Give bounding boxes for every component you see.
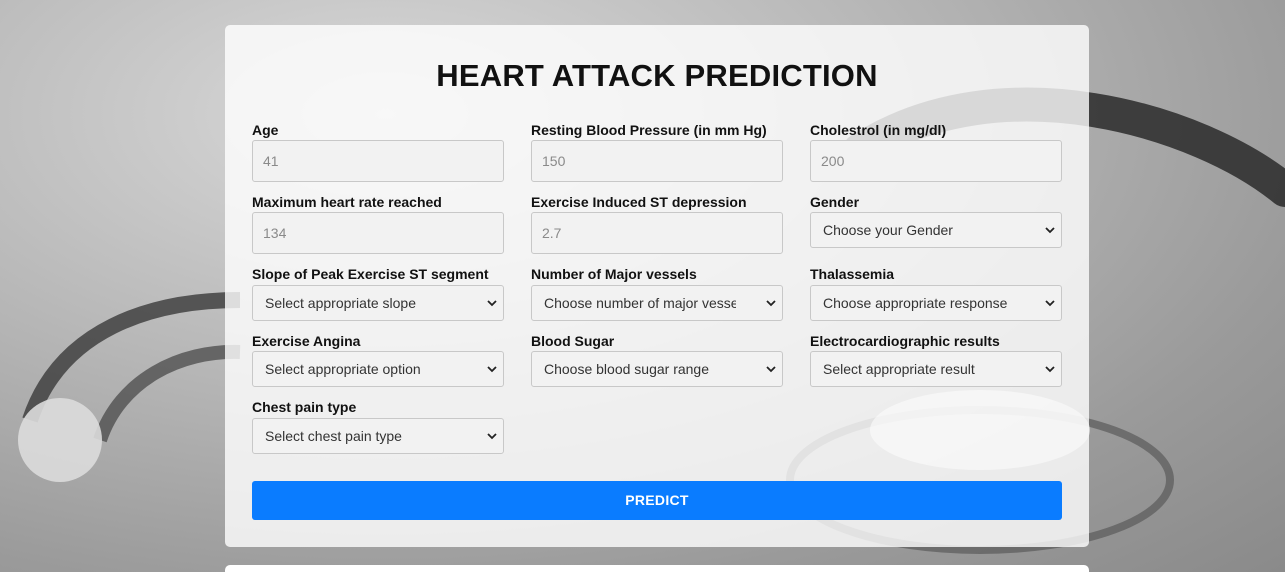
cholestrol-label: Cholestrol (in mg/dl) — [810, 122, 947, 138]
exercise-angina-selected-value: Select appropriate option — [265, 361, 421, 377]
cholestrol-input[interactable]: 200 — [810, 140, 1062, 182]
slope-label: Slope of Peak Exercise ST segment — [252, 266, 489, 282]
chevron-down-icon — [487, 366, 497, 373]
exercise-angina-label: Exercise Angina — [252, 333, 361, 349]
page-title: HEART ATTACK PREDICTION — [436, 58, 878, 93]
gender-label: Gender — [810, 194, 860, 210]
max-heart-rate-input[interactable]: 134 — [252, 212, 504, 254]
prediction-form-card: HEART ATTACK PREDICTION Age 41 Resting B… — [225, 25, 1089, 547]
chevron-down-icon — [1045, 366, 1055, 373]
resting-bp-label: Resting Blood Pressure (in mm Hg) — [531, 122, 767, 138]
st-depression-input[interactable]: 2.7 — [531, 212, 783, 254]
st-depression-label: Exercise Induced ST depression — [531, 194, 747, 210]
blood-sugar-selected-value: Choose blood sugar range — [544, 361, 710, 377]
slope-select[interactable]: Select appropriate slope — [252, 285, 504, 321]
max-heart-rate-label: Maximum heart rate reached — [252, 194, 442, 210]
slope-selected-value: Select appropriate slope — [265, 295, 416, 311]
resting-bp-input[interactable]: 150 — [531, 140, 783, 182]
predict-button[interactable]: PREDICT — [252, 481, 1062, 520]
major-vessels-selected-value: Choose number of major vessels — [544, 295, 736, 311]
chest-pain-label: Chest pain type — [252, 399, 357, 415]
chest-pain-selected-value: Select chest pain type — [265, 428, 402, 444]
gender-select[interactable]: Choose your Gender — [810, 212, 1062, 248]
age-input[interactable]: 41 — [252, 140, 504, 182]
major-vessels-label: Number of Major vessels — [531, 266, 697, 282]
results-card — [225, 565, 1089, 572]
gender-selected-value: Choose your Gender — [823, 222, 953, 238]
thalassemia-selected-value: Choose appropriate response — [823, 295, 1008, 311]
blood-sugar-select[interactable]: Choose blood sugar range — [531, 351, 783, 387]
major-vessels-select[interactable]: Choose number of major vessels — [531, 285, 783, 321]
chevron-down-icon — [766, 300, 776, 307]
ecg-results-select[interactable]: Select appropriate result — [810, 351, 1062, 387]
chevron-down-icon — [1045, 227, 1055, 234]
chevron-down-icon — [487, 300, 497, 307]
chevron-down-icon — [487, 433, 497, 440]
chest-pain-select[interactable]: Select chest pain type — [252, 418, 504, 454]
thalassemia-select[interactable]: Choose appropriate response — [810, 285, 1062, 321]
exercise-angina-select[interactable]: Select appropriate option — [252, 351, 504, 387]
ecg-results-selected-value: Select appropriate result — [823, 361, 975, 377]
chevron-down-icon — [766, 366, 776, 373]
chevron-down-icon — [1045, 300, 1055, 307]
age-label: Age — [252, 122, 279, 138]
blood-sugar-label: Blood Sugar — [531, 333, 615, 349]
ecg-results-label: Electrocardiographic results — [810, 333, 1000, 349]
thalassemia-label: Thalassemia — [810, 266, 895, 282]
